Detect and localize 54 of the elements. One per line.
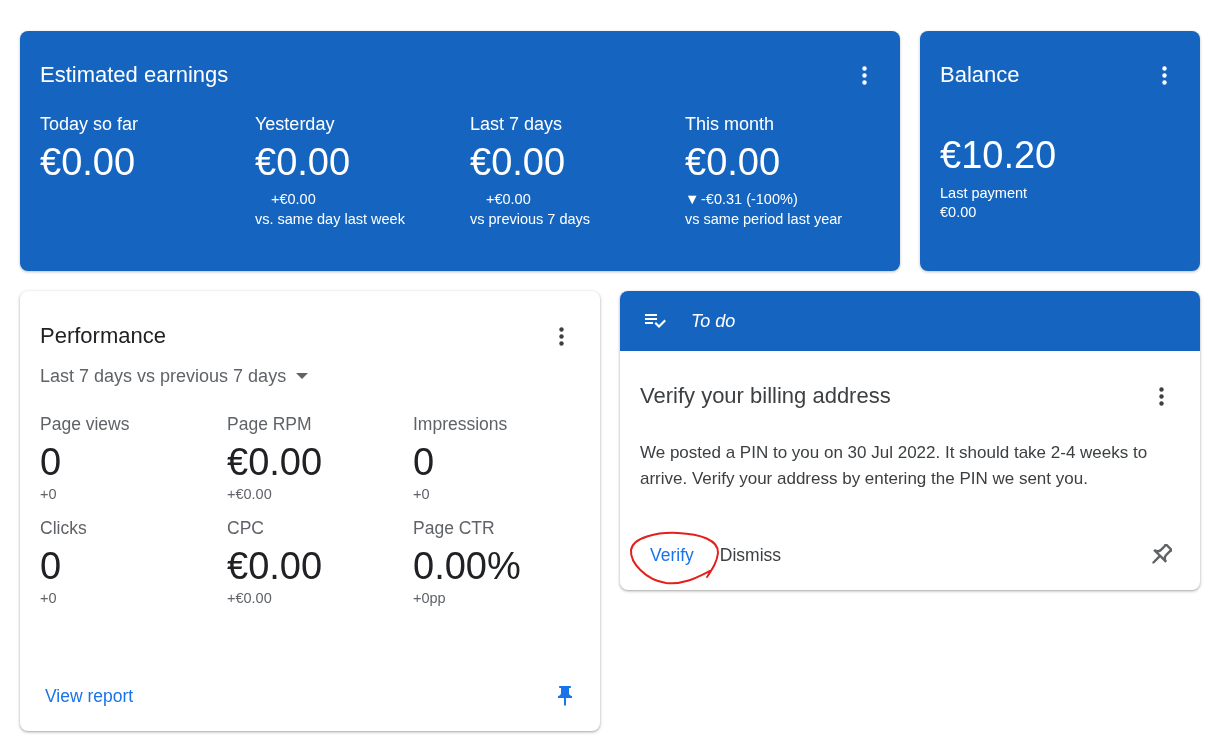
- task-title: Verify your billing address: [640, 382, 891, 410]
- metric-value: 0: [40, 440, 62, 484]
- date-range-dropdown[interactable]: Last 7 days vs previous 7 days: [40, 364, 309, 388]
- metric-label: Page CTR: [413, 517, 495, 540]
- pin-icon[interactable]: [1150, 544, 1172, 566]
- metric-change: +0: [413, 485, 430, 504]
- earnings-value: €0.00: [40, 140, 136, 184]
- metric-value: 0: [413, 440, 435, 484]
- comparison-label: vs same period last year: [685, 210, 843, 229]
- comparison-label: vs. same day last week: [255, 210, 405, 229]
- card-title: Performance: [40, 322, 166, 350]
- earnings-value: €0.00: [470, 140, 566, 184]
- metric-value: €0.00: [227, 544, 323, 588]
- metric-change: +0: [40, 589, 57, 608]
- metric-change: +€0.00: [227, 485, 272, 504]
- last-payment-label: Last payment: [940, 184, 1028, 203]
- todo-heading: To do: [691, 310, 736, 332]
- card-title: Balance: [940, 61, 1020, 89]
- checklist-icon: [645, 314, 666, 328]
- more-menu-icon[interactable]: [1162, 65, 1167, 85]
- metric-label: Impressions: [413, 413, 508, 436]
- earnings-value: €0.00: [685, 140, 781, 184]
- earnings-value: €0.00: [255, 140, 351, 184]
- caret-icon: [296, 373, 309, 379]
- metric-label: Page RPM: [227, 413, 312, 436]
- metric-change: +0pp: [413, 589, 446, 608]
- metric-change: +€0.00: [227, 589, 272, 608]
- metric-value: €0.00: [227, 440, 323, 484]
- trend-icon: ▼: [685, 191, 700, 207]
- period-label: Last 7 days: [470, 113, 563, 136]
- task-message: We posted a PIN to you on 30 Jul 2022. It should take 2-4 weeks to arrive. Verify your address by entering the PIN we sent you.: [640, 442, 1149, 490]
- more-menu-icon[interactable]: [862, 65, 867, 85]
- balance-value: €10.20: [940, 133, 1057, 177]
- metric-label: Page views: [40, 413, 130, 436]
- last-payment-value: €0.00: [940, 203, 977, 222]
- metric-label: Clicks: [40, 517, 87, 540]
- more-menu-icon[interactable]: [559, 326, 564, 346]
- view-report-link[interactable]: View report: [45, 684, 134, 708]
- primary-action-button[interactable]: Verify: [640, 537, 704, 573]
- card-title: Estimated earnings: [40, 61, 229, 89]
- metric-value: 0.00%: [413, 544, 521, 588]
- period-label: Yesterday: [255, 113, 335, 136]
- period-label: This month: [685, 113, 775, 136]
- more-menu-icon[interactable]: [1159, 386, 1164, 406]
- change-value: -€0.31 (-100%): [701, 190, 798, 209]
- change-value: +€0.00: [271, 190, 316, 209]
- change-value: +€0.00: [486, 190, 531, 209]
- metric-value: 0: [40, 544, 62, 588]
- metric-label: CPC: [227, 517, 264, 540]
- comparison-label: vs previous 7 days: [470, 210, 591, 229]
- period-label: Today so far: [40, 113, 139, 136]
- pin-icon[interactable]: [558, 686, 572, 706]
- metric-change: +0: [40, 485, 57, 504]
- secondary-action-button[interactable]: Dismiss: [709, 537, 792, 573]
